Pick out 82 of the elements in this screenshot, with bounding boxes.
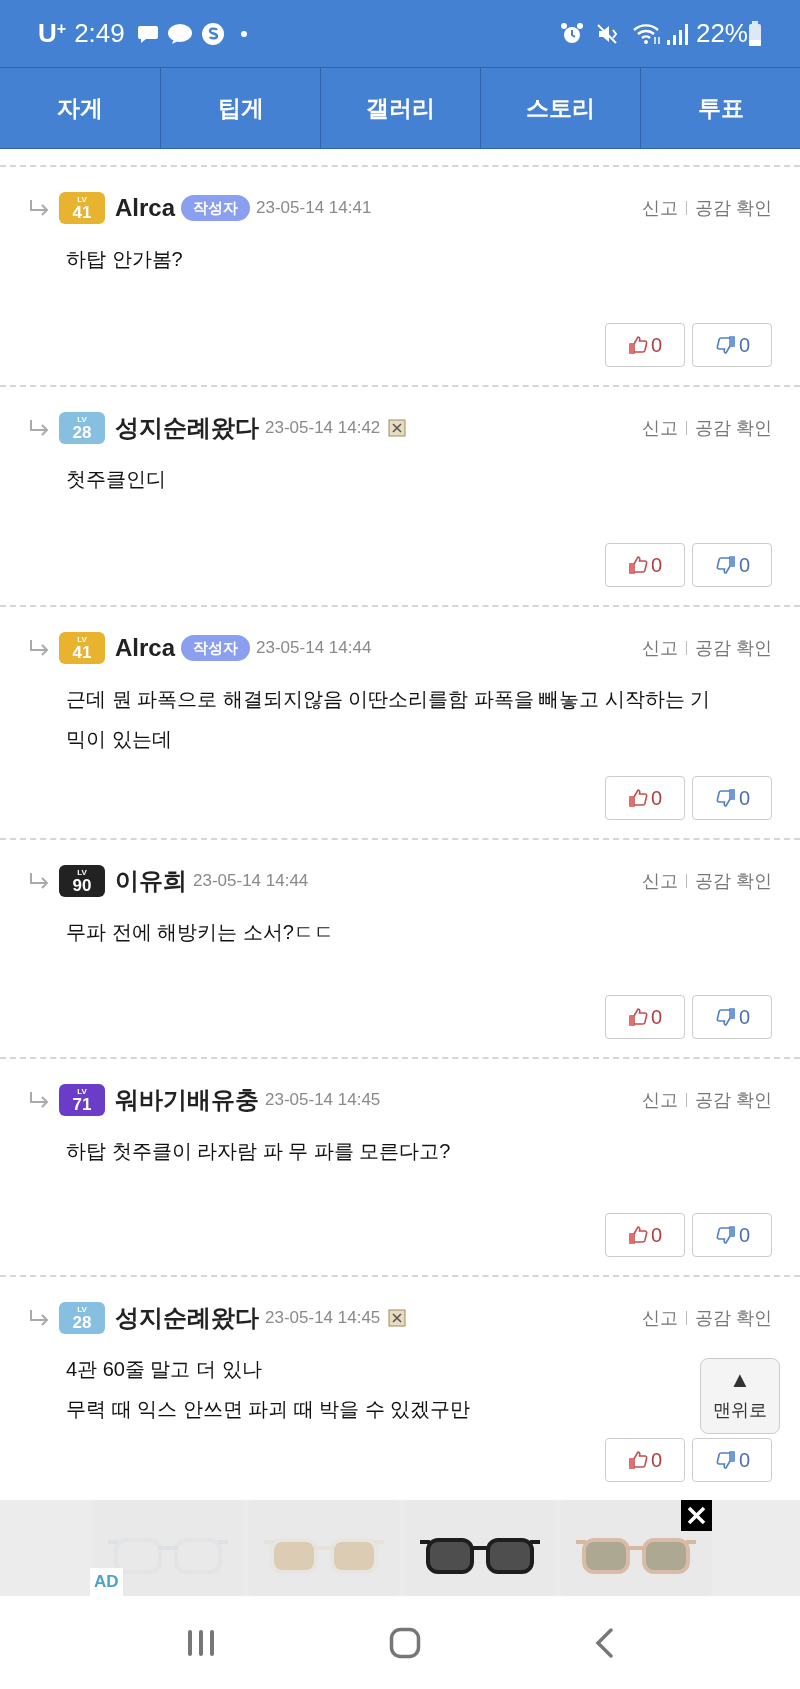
level-badge: LV 90 xyxy=(59,865,105,897)
empathy-link[interactable]: 공감 확인 xyxy=(695,1304,772,1332)
circle-s-icon xyxy=(200,21,225,46)
like-button[interactable]: 0 xyxy=(605,1213,685,1257)
report-link[interactable]: 신고 xyxy=(642,634,678,662)
author-name[interactable]: 성지순례왔다 xyxy=(115,1300,259,1336)
battery-percent: 22% xyxy=(695,17,748,50)
level-badge: LV 41 xyxy=(59,632,105,664)
dislike-button[interactable]: 0 xyxy=(692,323,772,367)
battery-icon xyxy=(748,20,762,47)
thumbs-up-icon xyxy=(627,1007,648,1027)
like-button[interactable]: 0 xyxy=(605,776,685,820)
like-button[interactable]: 0 xyxy=(605,323,685,367)
dislike-button[interactable]: 0 xyxy=(692,995,772,1039)
author-name[interactable]: 성지순례왔다 xyxy=(115,410,259,446)
empathy-link[interactable]: 공감 확인 xyxy=(695,867,772,895)
comment-text: 무파 전에 해방키는 소서?ㄷㄷ xyxy=(66,920,335,945)
reply-arrow-icon xyxy=(28,872,50,890)
signal-icon xyxy=(665,21,688,46)
x-mark-icon[interactable] xyxy=(388,1309,407,1327)
alarm-icon xyxy=(559,21,584,46)
report-link[interactable]: 신고 xyxy=(642,194,678,222)
ad-label: AD xyxy=(90,1568,123,1596)
scroll-top-button[interactable]: ▲ 맨위로 xyxy=(700,1358,780,1434)
comment-text: 무력 때 익스 안쓰면 파괴 때 박을 수 있겠구만 xyxy=(66,1397,472,1422)
level-badge: LV 28 xyxy=(59,1302,105,1334)
author-name[interactable]: 이유희 xyxy=(115,863,187,899)
comment-text: 4관 60줄 말고 더 있나 xyxy=(66,1357,263,1382)
comment-text: 근데 뭔 파폭으로 해결되지않음 이딴소리를함 파폭을 빼놓고 시작하는 기믹이 있는데 xyxy=(66,687,712,752)
thumbs-up-icon xyxy=(627,555,648,575)
author-tag: 작성자 xyxy=(181,194,251,222)
reply-arrow-icon xyxy=(28,1091,50,1109)
like-button[interactable]: 0 xyxy=(605,1438,685,1482)
thumbs-up-icon xyxy=(627,1450,648,1470)
recent-apps-icon[interactable] xyxy=(186,1627,217,1658)
comment-text: 하탑 안가봄? xyxy=(66,247,184,272)
report-link[interactable]: 신고 xyxy=(642,414,678,442)
dislike-button[interactable]: 0 xyxy=(692,543,772,587)
mute-icon xyxy=(595,21,620,46)
comment-date: 23-05-14 14:44 xyxy=(193,870,309,893)
report-link[interactable]: 신고 xyxy=(642,867,678,895)
close-icon[interactable] xyxy=(681,1500,712,1531)
like-button[interactable]: 0 xyxy=(605,995,685,1039)
level-badge: LV 71 xyxy=(59,1084,105,1116)
empathy-link[interactable]: 공감 확인 xyxy=(695,1086,772,1114)
home-icon[interactable] xyxy=(389,1626,421,1659)
level-badge: LV 28 xyxy=(59,412,105,444)
reply-arrow-icon xyxy=(28,1309,50,1327)
thumbs-up-icon xyxy=(627,1225,648,1245)
report-link[interactable]: 신고 xyxy=(642,1304,678,1332)
clock: 2:49 xyxy=(74,17,125,50)
author-name[interactable]: Alrca xyxy=(115,630,176,666)
dislike-button[interactable]: 0 xyxy=(692,776,772,820)
report-link[interactable]: 신고 xyxy=(642,1086,678,1114)
empathy-link[interactable]: 공감 확인 xyxy=(695,414,772,442)
comment-text: 첫주클인디 xyxy=(66,467,167,492)
reply-arrow-icon xyxy=(28,199,50,217)
comment-date: 23-05-14 14:45 xyxy=(265,1089,381,1112)
carrier: U$^{+}$ xyxy=(38,17,67,50)
comment-date: 23-05-14 14:42 xyxy=(265,417,381,440)
dot-icon xyxy=(240,30,247,37)
empathy-link[interactable]: 공감 확인 xyxy=(695,194,772,222)
comment-text: 하탑 첫주클이 라자람 파 무 파를 모른다고? xyxy=(66,1139,452,1164)
like-button[interactable]: 0 xyxy=(605,543,685,587)
author-name[interactable]: 워바기배유충 xyxy=(115,1082,259,1118)
chat-bubble-icon xyxy=(166,22,193,45)
x-mark-icon[interactable] xyxy=(388,419,407,437)
back-icon[interactable] xyxy=(593,1626,614,1659)
author-tag: 작성자 xyxy=(181,634,251,662)
wifi-icon xyxy=(631,21,662,46)
empathy-link[interactable]: 공감 확인 xyxy=(695,634,772,662)
comment-date: 23-05-14 14:44 xyxy=(256,637,372,660)
reply-arrow-icon xyxy=(28,419,50,437)
level-badge: LV 41 xyxy=(59,192,105,224)
thumbs-up-icon xyxy=(627,788,648,808)
author-name[interactable]: Alrca xyxy=(115,190,176,226)
comment-date: 23-05-14 14:41 xyxy=(256,197,372,220)
dislike-button[interactable]: 0 xyxy=(692,1213,772,1257)
reply-arrow-icon xyxy=(28,639,50,657)
thumbs-up-icon xyxy=(627,335,648,355)
dislike-button[interactable]: 0 xyxy=(692,1438,772,1482)
comment-date: 23-05-14 14:45 xyxy=(265,1307,381,1330)
